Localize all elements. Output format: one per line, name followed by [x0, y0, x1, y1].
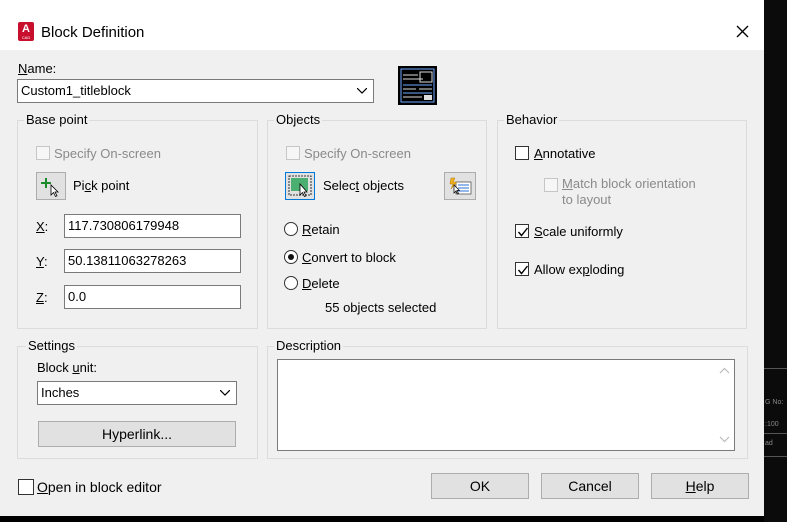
- match-orientation-label-line2: to layout: [562, 192, 612, 207]
- objects-specify-onscreen-checkbox[interactable]: [286, 146, 300, 160]
- delete-radio[interactable]: [284, 276, 298, 290]
- objects-title: Objects: [274, 112, 323, 127]
- block-unit-label: Block unit:: [37, 360, 97, 375]
- select-objects-button[interactable]: [285, 172, 315, 200]
- base-specify-onscreen-checkbox[interactable]: [36, 146, 50, 160]
- block-name-value: Custom1_titleblock: [21, 83, 131, 98]
- canvas-text: :100: [765, 421, 779, 428]
- convert-to-block-label: Convert to block: [302, 250, 396, 265]
- retain-label: Retain: [302, 222, 340, 237]
- settings-title: Settings: [26, 338, 77, 353]
- description-title: Description: [274, 338, 344, 353]
- annotative-label: Annotative: [534, 146, 596, 161]
- pick-point-button[interactable]: [36, 172, 66, 200]
- close-button[interactable]: [731, 20, 753, 42]
- y-label: Y:: [36, 254, 48, 269]
- hyperlink-button[interactable]: Hyperlink...: [38, 421, 236, 447]
- y-coordinate-input[interactable]: 50.13811063278263: [64, 249, 241, 273]
- description-scrollbar[interactable]: [716, 361, 733, 449]
- dialog-title: Block Definition: [41, 24, 145, 41]
- scroll-arrows-icon: [719, 367, 730, 443]
- behavior-title: Behavior: [504, 112, 560, 127]
- scale-uniformly-checkbox[interactable]: [515, 224, 529, 238]
- allow-exploding-label: Allow exploding: [534, 262, 625, 277]
- delete-label: Delete: [302, 276, 340, 291]
- match-orientation-label-line1: Match block orientation: [562, 176, 696, 191]
- cancel-button[interactable]: Cancel: [541, 473, 639, 499]
- retain-radio[interactable]: [284, 222, 298, 236]
- canvas-line: [764, 368, 787, 369]
- app-icon-sub: CAD: [21, 35, 31, 40]
- autocad-app-icon: A CAD: [18, 22, 34, 41]
- close-icon: [736, 25, 749, 38]
- select-objects-icon: [288, 175, 312, 198]
- match-orientation-checkbox[interactable]: [544, 178, 558, 192]
- block-unit-value: Inches: [41, 385, 80, 400]
- base-point-title: Base point: [24, 112, 90, 127]
- title-bar: A CAD Block Definition: [0, 0, 764, 50]
- checkmark-icon: [517, 227, 529, 237]
- quick-select-button[interactable]: [444, 172, 476, 200]
- radio-selected-dot: [288, 254, 294, 260]
- chevron-down-icon: [220, 390, 230, 396]
- block-preview-thumbnail: [398, 66, 437, 105]
- allow-exploding-checkbox[interactable]: [515, 262, 529, 276]
- canvas-line: [764, 433, 787, 434]
- block-name-combobox[interactable]: Custom1_titleblock: [17, 79, 374, 103]
- scale-uniformly-label: Scale uniformly: [534, 224, 623, 239]
- pick-point-icon: [41, 178, 59, 198]
- x-coordinate-input[interactable]: 117.730806179948: [64, 214, 241, 238]
- canvas-line: [764, 456, 787, 457]
- open-in-block-editor-checkbox[interactable]: [18, 479, 34, 495]
- open-in-block-editor-label: Open in block editor: [37, 479, 162, 495]
- app-icon-letter: A: [22, 23, 30, 35]
- name-label: Name:: [18, 61, 57, 76]
- block-definition-dialog: A CAD Block Definition Name: Custom1_tit…: [0, 0, 764, 516]
- block-unit-select[interactable]: Inches: [37, 381, 237, 405]
- annotative-checkbox[interactable]: [515, 146, 529, 160]
- chevron-down-icon: [357, 88, 367, 94]
- checkmark-icon: [517, 265, 529, 275]
- quick-select-icon: [449, 177, 472, 195]
- ok-button[interactable]: OK: [431, 473, 529, 499]
- x-label: X:: [36, 219, 49, 234]
- help-button[interactable]: Help: [651, 473, 749, 499]
- base-specify-onscreen-label: Specify On-screen: [54, 146, 161, 161]
- z-label: Z:: [36, 290, 48, 305]
- canvas-text: ad: [765, 440, 773, 447]
- pick-point-label: Pick point: [73, 178, 130, 193]
- select-objects-label: Select objects: [323, 178, 404, 193]
- objects-selected-count: 55 objects selected: [325, 300, 437, 315]
- z-coordinate-input[interactable]: 0.0: [64, 285, 241, 309]
- description-textarea[interactable]: [277, 359, 735, 451]
- convert-to-block-radio[interactable]: [284, 250, 298, 264]
- objects-specify-onscreen-label: Specify On-screen: [304, 146, 411, 161]
- canvas-text: G No:: [765, 399, 784, 406]
